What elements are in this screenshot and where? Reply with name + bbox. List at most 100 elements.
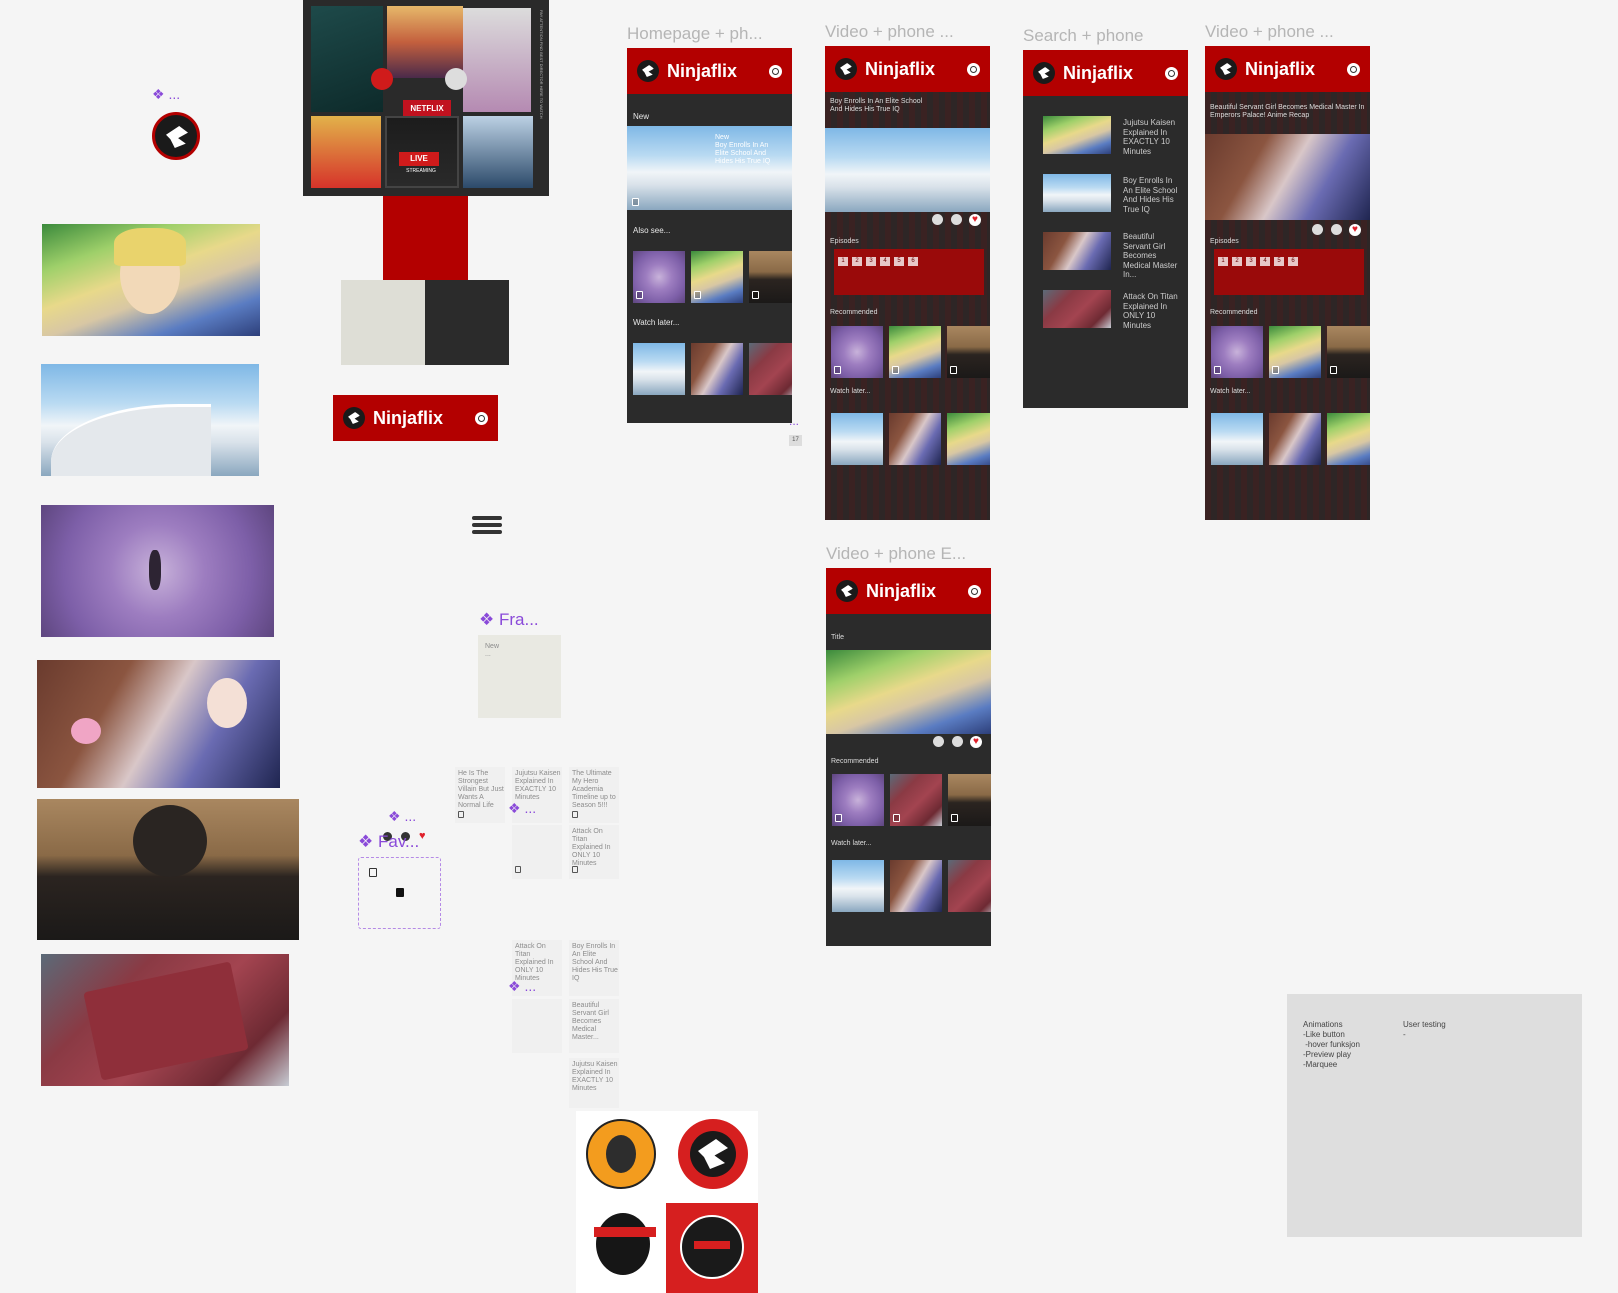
- bookmark-icon[interactable]: [951, 814, 958, 822]
- watch-later-thumb[interactable]: [947, 413, 990, 465]
- frame-label-search[interactable]: Search + phone: [1023, 26, 1144, 46]
- phone-search[interactable]: Ninjaflix Jujutsu Kaisen Explained In EX…: [1023, 50, 1188, 408]
- bookmark-icon[interactable]: [458, 811, 464, 818]
- header-component[interactable]: Ninjaflix: [333, 395, 498, 441]
- bookmark-icon[interactable]: [893, 814, 900, 822]
- bookmark-icon[interactable]: [572, 811, 578, 818]
- heart-icon[interactable]: ♥: [970, 736, 982, 748]
- search-result-thumb[interactable]: [1043, 116, 1111, 154]
- bookmark-icon[interactable]: [950, 366, 957, 374]
- like-icon[interactable]: [932, 214, 943, 225]
- search-result-thumb[interactable]: [1043, 174, 1111, 212]
- like-icon[interactable]: [1312, 224, 1323, 235]
- logo-icon[interactable]: [637, 60, 659, 82]
- recommended-thumb[interactable]: [1269, 326, 1321, 378]
- bookmark-icon[interactable]: [694, 291, 701, 299]
- watch-later-thumb[interactable]: [889, 413, 941, 465]
- episode-button[interactable]: 3: [866, 257, 876, 266]
- thumb-red-book[interactable]: [41, 954, 289, 1086]
- search-icon[interactable]: [967, 62, 980, 76]
- bookmark-icon[interactable]: [834, 366, 841, 374]
- logo-swirl-red[interactable]: [678, 1119, 748, 1189]
- bookmark-icon[interactable]: [1214, 366, 1221, 374]
- thumb-dark-hair-boy[interactable]: [37, 799, 299, 940]
- logo-options[interactable]: [576, 1111, 758, 1293]
- fav-dots-marker[interactable]: ❖ ...: [388, 808, 416, 825]
- episode-button[interactable]: 2: [852, 257, 862, 266]
- card-component[interactable]: [512, 825, 562, 879]
- watch-later-thumb[interactable]: [890, 860, 942, 912]
- card-component[interactable]: He Is The Strongest Villain But Just Wan…: [455, 767, 505, 823]
- recommended-thumb[interactable]: [889, 326, 941, 378]
- bookmark-outline-icon[interactable]: [369, 868, 377, 877]
- also-see-thumb[interactable]: [749, 251, 792, 303]
- phone-video2[interactable]: Ninjaflix Beautiful Servant Girl Becomes…: [1205, 46, 1370, 520]
- episode-button[interactable]: 6: [908, 257, 918, 266]
- moodboard[interactable]: NETFLIX LIVE STREAMING PAY ATTENTION FIN…: [303, 0, 549, 196]
- card-component[interactable]: Boy Enrolls In An Elite School And Hides…: [569, 940, 619, 996]
- watch-later-thumb[interactable]: [633, 343, 685, 395]
- logo-icon[interactable]: [1033, 62, 1055, 84]
- episode-button[interactable]: 2: [1232, 257, 1242, 266]
- bookmark-icon[interactable]: [892, 366, 899, 374]
- bookmark-icon[interactable]: [1330, 366, 1337, 374]
- fav-variants[interactable]: [358, 857, 441, 929]
- fav-component-label[interactable]: ❖ Fav...: [358, 832, 419, 852]
- bookmark-icon[interactable]: [632, 198, 639, 206]
- bookmark-icon[interactable]: [752, 291, 759, 299]
- phone-video1[interactable]: Ninjaflix Boy Enrolls In An Elite School…: [825, 46, 990, 520]
- hamburger-icon[interactable]: [472, 516, 502, 534]
- watch-later-thumb[interactable]: [832, 860, 884, 912]
- frame-label-video2[interactable]: Video + phone ...: [1205, 22, 1334, 42]
- recommended-thumb[interactable]: [831, 326, 883, 378]
- search-icon[interactable]: [769, 64, 782, 78]
- logo-ninja-square[interactable]: [666, 1203, 758, 1293]
- dots-icon[interactable]: ...: [789, 415, 799, 427]
- bookmark-icon[interactable]: [572, 866, 578, 873]
- logo-icon[interactable]: [836, 580, 858, 602]
- swatch-light[interactable]: [341, 280, 425, 365]
- frame-label-video1[interactable]: Video + phone ...: [825, 22, 954, 42]
- also-see-thumb[interactable]: [633, 251, 685, 303]
- thumb-jujutsu[interactable]: [42, 224, 260, 336]
- card-component[interactable]: [512, 999, 562, 1053]
- component-marker[interactable]: ❖ ...: [152, 86, 180, 103]
- card-component[interactable]: The Ultimate My Hero Academia Timeline u…: [569, 767, 619, 823]
- episode-button[interactable]: 6: [1288, 257, 1298, 266]
- thumb-cruise-ship[interactable]: [41, 364, 259, 476]
- phone-homepage[interactable]: Ninjaflix New New Boy Enrolls In An Elit…: [627, 48, 792, 423]
- card-dots-marker[interactable]: ❖ ...: [508, 800, 536, 817]
- dislike-icon[interactable]: [951, 214, 962, 225]
- recommended-thumb[interactable]: [1327, 326, 1370, 378]
- episode-button[interactable]: 4: [880, 257, 890, 266]
- search-result-title[interactable]: Attack On Titan Explained In ONLY 10 Min…: [1123, 292, 1181, 330]
- logo-ninja-orange[interactable]: [586, 1119, 656, 1189]
- heart-icon[interactable]: ♥: [969, 214, 981, 226]
- search-result-thumb[interactable]: [1043, 290, 1111, 328]
- search-result-title[interactable]: Boy Enrolls In An Elite School And Hides…: [1123, 176, 1181, 214]
- dislike-icon[interactable]: [952, 736, 963, 747]
- info-badge[interactable]: 17: [789, 435, 802, 446]
- card-dots-marker[interactable]: ❖ ...: [508, 978, 536, 995]
- frame-label-video3[interactable]: Video + phone E...: [826, 544, 966, 564]
- swatch-dark[interactable]: [425, 280, 509, 365]
- logo-round[interactable]: [152, 112, 200, 160]
- search-icon[interactable]: [475, 411, 488, 425]
- watch-later-thumb[interactable]: [948, 860, 991, 912]
- video-player[interactable]: [825, 128, 990, 212]
- logo-icon[interactable]: [835, 58, 857, 80]
- video-player[interactable]: [826, 650, 991, 734]
- heart-icon[interactable]: ♥: [1349, 224, 1361, 236]
- recommended-thumb[interactable]: [890, 774, 942, 826]
- search-icon[interactable]: [968, 584, 981, 598]
- fra-card[interactable]: New ...: [478, 635, 561, 718]
- thumb-servant-girl[interactable]: [37, 660, 280, 788]
- swatch-red[interactable]: [383, 196, 468, 280]
- video-player[interactable]: [1205, 134, 1370, 220]
- logo-icon[interactable]: [1215, 58, 1237, 80]
- recommended-thumb[interactable]: [947, 326, 990, 378]
- watch-later-thumb[interactable]: [1327, 413, 1370, 465]
- watch-later-thumb[interactable]: [749, 343, 792, 395]
- bookmark-icon[interactable]: [1272, 366, 1279, 374]
- like-icon[interactable]: [933, 736, 944, 747]
